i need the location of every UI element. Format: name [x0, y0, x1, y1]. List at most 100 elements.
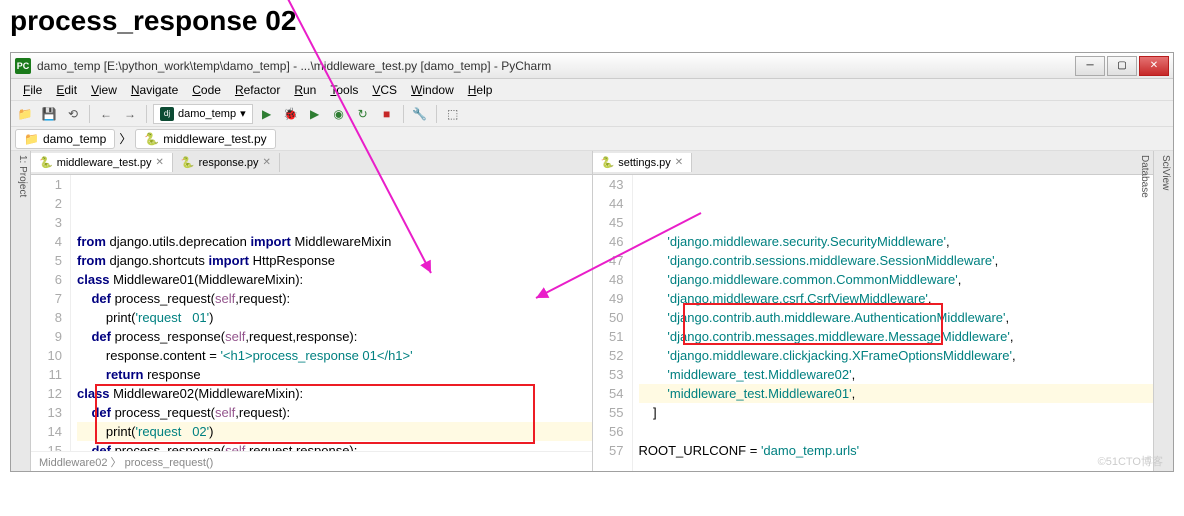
open-icon[interactable]: 📁 — [15, 104, 35, 124]
menu-tools[interactable]: Tools — [324, 81, 364, 99]
line-number: 12 — [31, 384, 62, 403]
rerun-icon[interactable]: ↻ — [353, 104, 373, 124]
right-tool-stripe[interactable]: SciView Database — [1153, 151, 1173, 471]
code-line[interactable]: 'django.contrib.auth.middleware.Authenti… — [639, 308, 1154, 327]
line-number: 3 — [31, 213, 62, 232]
code-line[interactable]: def process_response(self,request,respon… — [77, 441, 592, 451]
menubar: FileEditViewNavigateCodeRefactorRunTools… — [11, 79, 1173, 101]
line-number: 4 — [31, 232, 62, 251]
left-editor-pane: 🐍middleware_test.py✕🐍response.py✕ 123456… — [31, 151, 593, 471]
left-gutter: 123456789101112131415 — [31, 175, 71, 451]
code-line[interactable]: print('request 01') — [77, 308, 592, 327]
close-icon[interactable]: ✕ — [155, 157, 163, 168]
titlebar[interactable]: PC damo_temp [E:\python_work\temp\damo_t… — [11, 53, 1173, 79]
code-line[interactable]: return response — [77, 365, 592, 384]
code-line[interactable]: class Middleware01(MiddlewareMixin): — [77, 270, 592, 289]
left-tool-stripe[interactable]: 1: Project 7: Structure — [11, 151, 31, 471]
close-icon[interactable]: ✕ — [675, 157, 683, 168]
window-title: damo_temp [E:\python_work\temp\damo_temp… — [37, 59, 1075, 73]
profile-icon[interactable]: ◉ — [329, 104, 349, 124]
navigation-bar: 📁damo_temp 〉 🐍middleware_test.py — [11, 127, 1173, 151]
structure-icon[interactable]: ⬚ — [443, 104, 463, 124]
sync-icon[interactable]: ⟲ — [63, 104, 83, 124]
menu-code[interactable]: Code — [186, 81, 227, 99]
line-number: 11 — [31, 365, 62, 384]
settings-icon[interactable]: 🔧 — [410, 104, 430, 124]
editor-tab[interactable]: 🐍 middleware_test.py✕ — [31, 153, 173, 172]
line-number: 9 — [31, 327, 62, 346]
close-button[interactable]: ✕ — [1139, 56, 1169, 76]
code-line[interactable] — [639, 422, 1154, 441]
minimize-button[interactable]: ─ — [1075, 56, 1105, 76]
menu-window[interactable]: Window — [405, 81, 460, 99]
back-icon[interactable]: ← — [96, 104, 116, 124]
python-file-icon: 🐍 — [601, 156, 615, 169]
forward-icon[interactable]: → — [120, 104, 140, 124]
code-line[interactable]: 'django.middleware.common.CommonMiddlewa… — [639, 270, 1154, 289]
line-number: 52 — [593, 346, 624, 365]
save-icon[interactable]: 💾 — [39, 104, 59, 124]
code-line[interactable]: 'django.middleware.csrf.CsrfViewMiddlewa… — [639, 289, 1154, 308]
run-config-selector[interactable]: dj damo_temp ▾ — [153, 104, 253, 124]
code-line[interactable]: 'django.middleware.clickjacking.XFrameOp… — [639, 346, 1154, 365]
line-number: 5 — [31, 251, 62, 270]
menu-help[interactable]: Help — [462, 81, 499, 99]
code-line[interactable]: def process_request(self,request): — [77, 289, 592, 308]
menu-refactor[interactable]: Refactor — [229, 81, 286, 99]
code-line[interactable]: def process_response(self,request,respon… — [77, 327, 592, 346]
coverage-icon[interactable]: ▶ — [305, 104, 325, 124]
line-number: 55 — [593, 403, 624, 422]
editor-tab[interactable]: 🐍response.py✕ — [173, 153, 280, 172]
right-editor-tabs: 🐍settings.py✕ — [593, 151, 1154, 175]
right-code-lines[interactable]: 'django.middleware.security.SecurityMidd… — [633, 175, 1154, 471]
run-icon[interactable]: ▶ — [257, 104, 277, 124]
menu-file[interactable]: File — [17, 81, 48, 99]
menu-vcs[interactable]: VCS — [366, 81, 403, 99]
tool-sciview[interactable]: SciView — [1160, 155, 1171, 467]
menu-run[interactable]: Run — [288, 81, 322, 99]
run-config-name: damo_temp — [178, 108, 236, 120]
django-icon: dj — [160, 107, 174, 121]
line-number: 57 — [593, 441, 624, 460]
code-line[interactable]: from django.utils.deprecation import Mid… — [77, 232, 592, 251]
menu-view[interactable]: View — [85, 81, 123, 99]
stop-icon[interactable]: ■ — [377, 104, 397, 124]
editor-tab[interactable]: 🐍settings.py✕ — [593, 153, 693, 172]
maximize-button[interactable]: ▢ — [1107, 56, 1137, 76]
tool-project[interactable]: 1: Project — [17, 155, 28, 467]
line-number: 47 — [593, 251, 624, 270]
menu-navigate[interactable]: Navigate — [125, 81, 184, 99]
code-line[interactable]: 'django.contrib.messages.middleware.Mess… — [639, 327, 1154, 346]
debug-icon[interactable]: 🐞 — [281, 104, 301, 124]
line-number: 13 — [31, 403, 62, 422]
pycharm-window: PC damo_temp [E:\python_work\temp\damo_t… — [10, 52, 1174, 472]
folder-icon: 📁 — [24, 132, 39, 146]
code-line[interactable]: ROOT_URLCONF = 'damo_temp.urls' — [639, 441, 1154, 460]
line-number: 56 — [593, 422, 624, 441]
code-line[interactable]: class Middleware02(MiddlewareMixin): — [77, 384, 592, 403]
left-code-editor[interactable]: 123456789101112131415 from django.utils.… — [31, 175, 592, 451]
code-line[interactable]: def process_request(self,request): — [77, 403, 592, 422]
close-icon[interactable]: ✕ — [263, 157, 271, 168]
python-file-icon: 🐍 — [39, 156, 53, 169]
tab-label: response.py — [199, 157, 259, 169]
nav-file[interactable]: 🐍middleware_test.py — [135, 129, 275, 149]
chevron-down-icon: ▾ — [240, 107, 246, 120]
code-line[interactable]: 'middleware_test.Middleware01', — [639, 384, 1154, 403]
nav-project[interactable]: 📁damo_temp — [15, 129, 115, 149]
menu-edit[interactable]: Edit — [50, 81, 83, 99]
app-icon: PC — [15, 58, 31, 74]
tab-label: middleware_test.py — [57, 157, 152, 169]
line-number: 54 — [593, 384, 624, 403]
left-code-lines[interactable]: from django.utils.deprecation import Mid… — [71, 175, 592, 451]
code-line[interactable]: 'django.middleware.security.SecurityMidd… — [639, 232, 1154, 251]
code-line[interactable] — [639, 460, 1154, 471]
code-line[interactable]: 'middleware_test.Middleware02', — [639, 365, 1154, 384]
code-line[interactable]: 'django.contrib.sessions.middleware.Sess… — [639, 251, 1154, 270]
breadcrumb[interactable]: Middleware02 〉 process_request() — [31, 451, 592, 471]
code-line[interactable]: print('request 02') — [77, 422, 592, 441]
right-code-editor[interactable]: 434445464748495051525354555657 'django.m… — [593, 175, 1154, 471]
code-line[interactable]: from django.shortcuts import HttpRespons… — [77, 251, 592, 270]
code-line[interactable]: ] — [639, 403, 1154, 422]
code-line[interactable]: response.content = '<h1>process_response… — [77, 346, 592, 365]
